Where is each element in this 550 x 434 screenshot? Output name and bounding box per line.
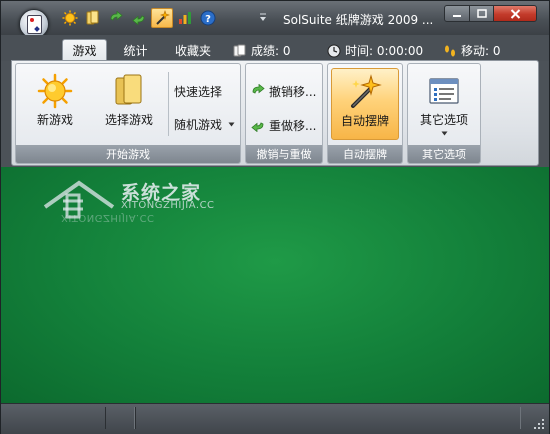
cards-icon (115, 74, 142, 105)
tab-favorites[interactable]: 收藏夹 (165, 39, 221, 61)
status-cell (135, 407, 521, 429)
sun-icon (62, 10, 78, 26)
qat-redo-button[interactable] (128, 8, 150, 28)
minimize-icon (453, 14, 461, 17)
redo-move-button[interactable]: 重做移... (250, 115, 316, 135)
cards-icon (86, 10, 99, 25)
footprints-icon (445, 45, 455, 56)
close-button[interactable] (493, 5, 537, 22)
auto-play-button[interactable]: 自动摆牌 (331, 68, 399, 140)
app-window: ? SolSuite 纸牌游戏 2009 ... 游戏 统计 收藏夹 成绩: 0 (0, 0, 550, 434)
qat-customize-dropdown-icon[interactable] (259, 12, 267, 24)
undo-arrow-icon (110, 11, 123, 21)
quick-select-label: 快速选择 (174, 84, 223, 99)
qat-stats-button[interactable] (174, 8, 196, 28)
other-options-label: 其它选项 (419, 113, 468, 127)
chevron-down-icon (228, 122, 235, 126)
group-other-options-label: 其它选项 (408, 145, 480, 163)
group-undo-redo-label: 撤销与重做 (246, 145, 322, 163)
quick-select-button[interactable]: 快速选择 (174, 81, 222, 101)
resize-grip-icon[interactable] (533, 418, 545, 430)
card-icon (27, 15, 42, 34)
redo-arrow-icon (251, 122, 264, 132)
ribbon-tab-row: 游戏 统计 收藏夹 成绩: 0 时间: 0:00:00 移动: 0 (1, 35, 549, 61)
select-game-label: 选择游戏 (104, 113, 153, 127)
group-start-game: 新游戏 选择游戏 快速选择 随机游戏 开始游戏 (15, 63, 241, 164)
window-title: SolSuite 纸牌游戏 2009 ... (283, 13, 434, 27)
random-game-label: 随机游戏 (174, 117, 223, 132)
maximize-button[interactable] (469, 5, 494, 22)
time-text: 时间: 0:00:00 (345, 44, 424, 58)
quick-access-toolbar: ? (59, 7, 220, 29)
options-window-icon (429, 78, 459, 104)
score-text: 成绩: 0 (251, 44, 291, 58)
stats-chart-icon (179, 12, 191, 24)
watermark-subtitle: XITONGZHIJIA.CC (121, 200, 215, 211)
group-start-game-label: 开始游戏 (16, 145, 240, 163)
magic-wand-icon (351, 74, 382, 108)
status-bar (1, 403, 549, 434)
clock-icon (327, 44, 341, 57)
score-status: 成绩: 0 (233, 42, 291, 59)
qat-undo-button[interactable] (105, 8, 127, 28)
sun-icon (37, 73, 73, 109)
tab-statistics[interactable]: 统计 (113, 39, 158, 61)
tab-game[interactable]: 游戏 (62, 39, 107, 61)
magic-wand-icon (156, 10, 170, 25)
time-status: 时间: 0:00:00 (327, 42, 423, 59)
qat-auto-play-button[interactable] (151, 8, 173, 28)
maximize-icon (476, 9, 487, 18)
cards-icon (233, 44, 246, 56)
undo-move-button[interactable]: 撤销移... (250, 81, 316, 101)
undo-move-label: 撤销移... (269, 84, 317, 99)
new-game-label: 新游戏 (36, 113, 73, 127)
status-cell (105, 407, 135, 429)
minimize-button[interactable] (444, 5, 470, 22)
auto-play-label: 自动摆牌 (340, 114, 389, 128)
select-game-button[interactable]: 选择游戏 (94, 68, 164, 140)
other-options-button[interactable]: 其它选项 (411, 68, 477, 140)
moves-text: 移动: 0 (461, 44, 501, 58)
random-game-button[interactable]: 随机游戏 (174, 114, 235, 134)
undo-arrow-icon (252, 84, 265, 94)
title-bar: ? SolSuite 纸牌游戏 2009 ... (1, 1, 549, 39)
help-icon: ? (200, 10, 216, 26)
group-auto-play: 自动摆牌 自动摆牌 (327, 63, 403, 164)
group-other-options: 其它选项 其它选项 (407, 63, 481, 164)
group-undo-redo: 撤销移... 重做移... 撤销与重做 (245, 63, 323, 164)
redo-move-label: 重做移... (269, 118, 317, 133)
group-separator (168, 72, 169, 136)
svg-text:?: ? (205, 14, 211, 25)
close-icon (510, 8, 520, 19)
redo-arrow-icon (132, 15, 145, 25)
group-auto-play-label: 自动摆牌 (328, 145, 402, 163)
watermark-reflection: XITONGZHIJIA.CC (61, 212, 155, 223)
qat-new-game-button[interactable] (59, 8, 81, 28)
ribbon-panel: 新游戏 选择游戏 快速选择 随机游戏 开始游戏 撤销移... 重做移... 撤销… (11, 60, 539, 166)
chevron-down-icon (441, 131, 447, 136)
moves-status: 移动: 0 (443, 42, 501, 59)
qat-help-button[interactable]: ? (197, 8, 219, 28)
new-game-button[interactable]: 新游戏 (22, 68, 88, 140)
qat-select-game-button[interactable] (82, 8, 104, 28)
